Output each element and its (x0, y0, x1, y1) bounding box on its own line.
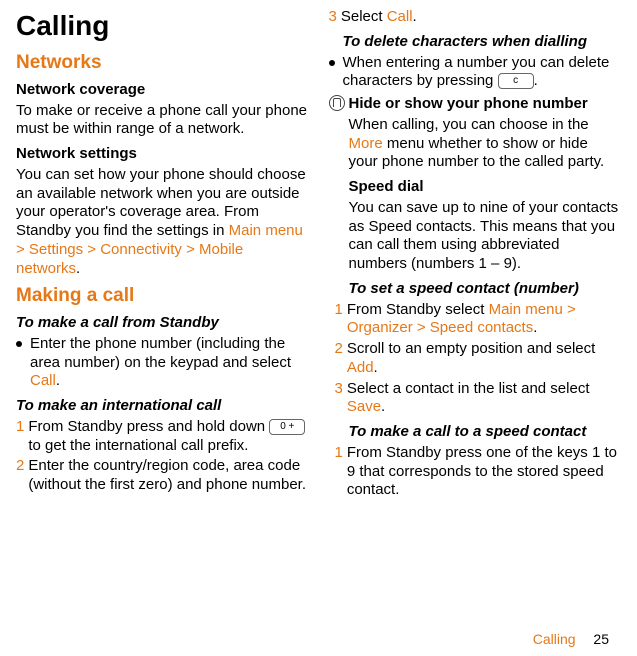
bullet-icon (16, 341, 22, 347)
key-zero-plus: 0 + (269, 419, 305, 435)
text-part: From Standby press one of the keys 1 to … (347, 444, 621, 500)
step-number: 3 (335, 380, 343, 399)
save-action: Save (347, 398, 381, 415)
heading-international-call: To make an international call (16, 397, 309, 416)
heading-set-speed: To set a speed contact (number) (349, 280, 622, 299)
step-number: 3 (329, 8, 337, 27)
text-part: Select (341, 8, 387, 25)
step-number: 1 (335, 301, 343, 320)
text-speed-dial: You can save up to nine of your contacts… (349, 199, 622, 274)
add-action: Add (347, 359, 374, 376)
text-part: Select a contact in the list and select … (347, 380, 621, 418)
text-part: menu whether to show or hide your phone … (349, 135, 605, 171)
page-title: Calling (16, 8, 309, 43)
text-part: Scroll to an empty position and select (347, 340, 595, 357)
info-icon (329, 95, 345, 111)
page-footer: Calling 25 (533, 631, 609, 649)
list-item: 2 Scroll to an empty position and select… (349, 340, 622, 378)
list-item: Enter the phone number (including the ar… (30, 335, 309, 391)
text-part: . (534, 72, 538, 89)
heading-hide-number: Hide or show your phone number (349, 95, 588, 114)
step-number: 2 (16, 457, 24, 476)
key-c: c (498, 73, 534, 89)
text-part: . (56, 372, 60, 389)
text-part: When entering a number you can delete ch… (343, 54, 610, 90)
text-part: From Standby select Main menu > Organize… (347, 301, 621, 339)
text-part: Enter the phone number (including the ar… (30, 335, 291, 371)
text-hide-number: When calling, you can choose in the More… (349, 116, 622, 172)
text-part: When entering a number you can delete ch… (343, 54, 622, 92)
step-number: 2 (335, 340, 343, 359)
list-item: 3 Select Call. (343, 8, 622, 27)
more-menu: More (349, 135, 383, 152)
step-number: 1 (335, 444, 343, 463)
text-part: Enter the phone number (including the ar… (30, 335, 309, 391)
list-item: 2 Enter the country/region code, area co… (30, 457, 309, 495)
heading-delete-chars: To delete characters when dialling (343, 33, 622, 52)
heading-call-speed: To make a call to a speed contact (349, 423, 622, 442)
list-item: 3 Select a contact in the list and selec… (349, 380, 622, 418)
list-item: 1 From Standby select Main menu > Organi… (349, 301, 622, 339)
text-part: to get the international call prefix. (28, 437, 248, 454)
step-number: 1 (16, 418, 24, 437)
text-part: Select a contact in the list and select (347, 380, 590, 397)
page-number: 25 (593, 631, 609, 647)
text-part: From Standby press and hold down (28, 418, 269, 435)
text-part: From Standby press and hold down 0 + to … (28, 418, 308, 456)
text-network-settings: You can set how your phone should choose… (16, 166, 309, 279)
text-part: From Standby select (347, 301, 489, 318)
text-part: Select Call. (341, 8, 417, 27)
heading-call-standby: To make a call from Standby (16, 314, 309, 333)
text-part: When calling, you can choose in the (349, 116, 589, 133)
text-part: Scroll to an empty position and select A… (347, 340, 621, 378)
text-part: . (413, 8, 417, 25)
text-part: . (374, 359, 378, 376)
text-part: Enter the country/region code, area code… (28, 457, 308, 495)
text-part: . (76, 260, 80, 277)
heading-speed-dial: Speed dial (349, 178, 622, 197)
bullet-icon (329, 60, 335, 66)
text-part: . (381, 398, 385, 415)
list-item: When entering a number you can delete ch… (343, 54, 622, 92)
call-action: Call (30, 372, 56, 389)
heading-network-settings: Network settings (16, 145, 309, 164)
text-part: . (533, 319, 537, 336)
list-item: 1 From Standby press and hold down 0 + t… (30, 418, 309, 456)
heading-network-coverage: Network coverage (16, 81, 309, 100)
call-action: Call (387, 8, 413, 25)
footer-section: Calling (533, 631, 576, 647)
list-item: 1 From Standby press one of the keys 1 t… (349, 444, 622, 500)
heading-networks: Networks (16, 51, 309, 75)
heading-making-call: Making a call (16, 284, 309, 308)
text-coverage: To make or receive a phone call your pho… (16, 102, 309, 140)
